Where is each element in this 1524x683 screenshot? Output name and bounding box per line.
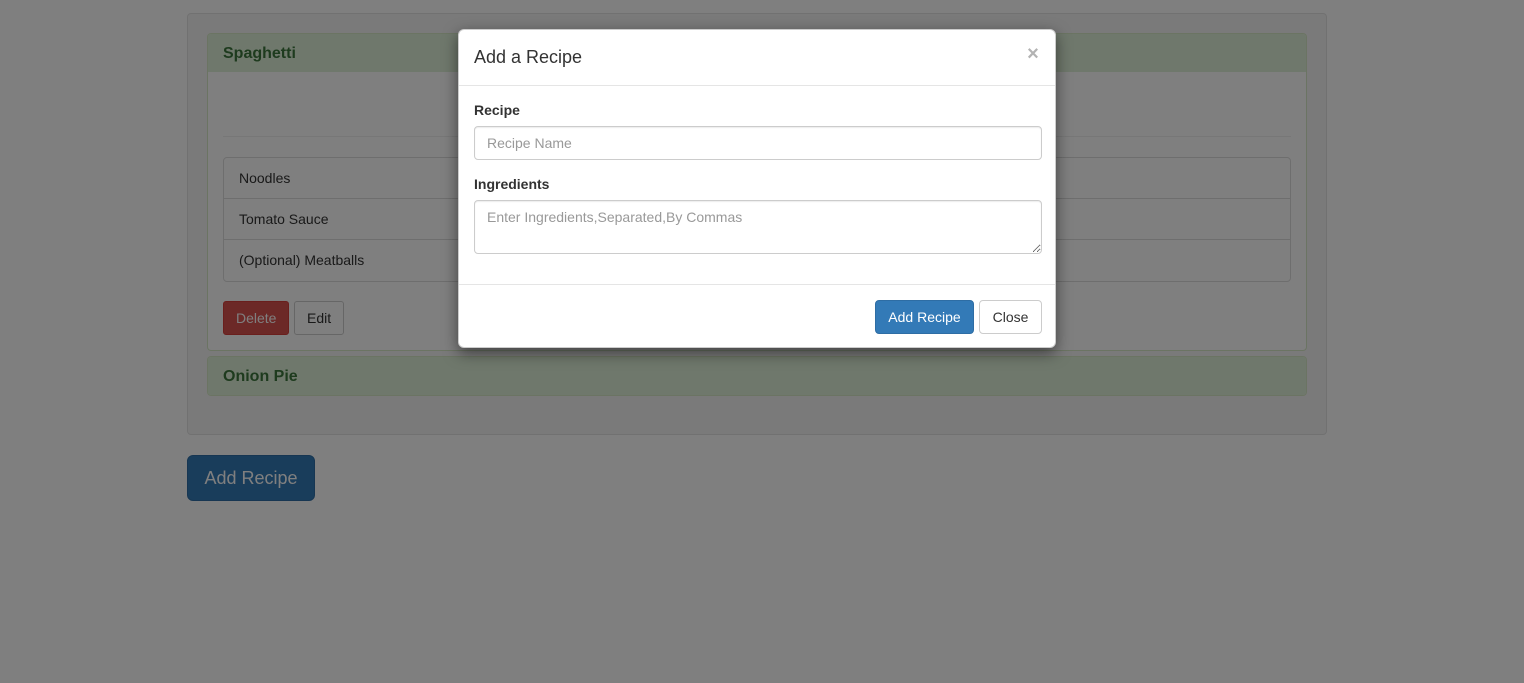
close-icon[interactable]: × — [1025, 44, 1041, 64]
add-recipe-modal: Add a Recipe × Recipe Ingredients Add Re… — [458, 29, 1056, 348]
ingredients-label: Ingredients — [474, 176, 550, 192]
modal-add-recipe-button[interactable]: Add Recipe — [875, 300, 974, 334]
modal-title: Add a Recipe — [474, 47, 583, 67]
modal-close-button[interactable]: Close — [979, 300, 1042, 334]
recipe-name-input[interactable] — [474, 126, 1042, 160]
ingredients-textarea[interactable] — [474, 200, 1042, 254]
recipe-label: Recipe — [474, 102, 520, 118]
modal-header: Add a Recipe × — [459, 30, 1055, 86]
modal-footer: Add Recipe Close — [459, 284, 1055, 348]
